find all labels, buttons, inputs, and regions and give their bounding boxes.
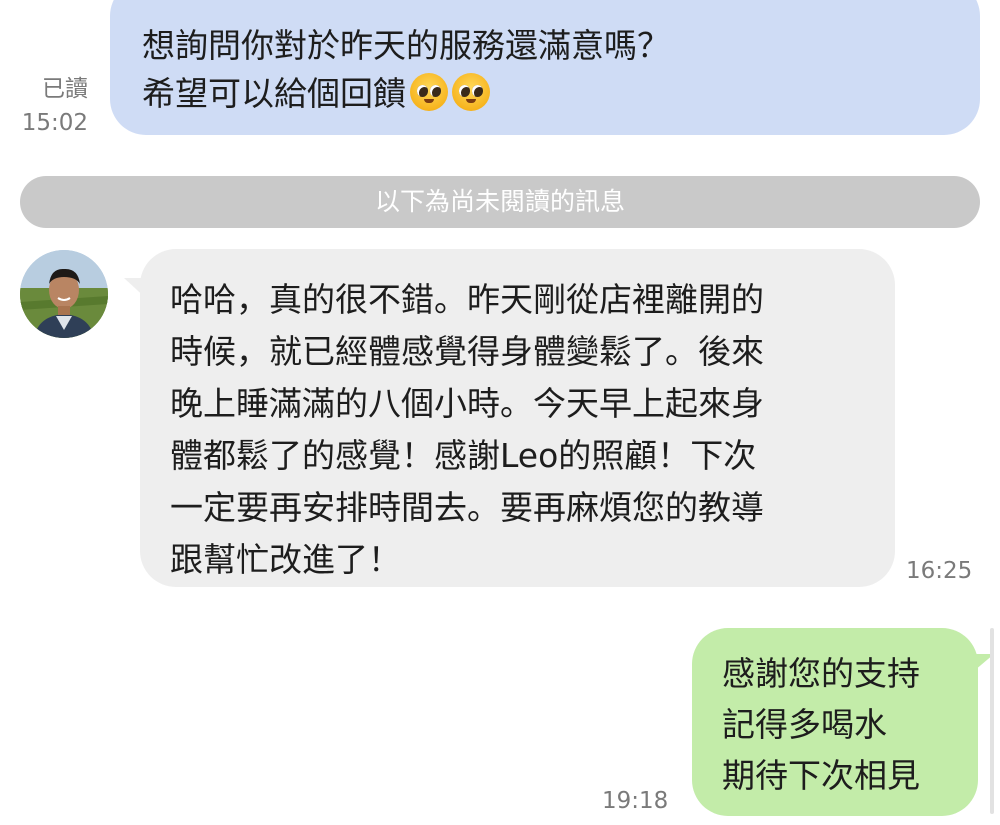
pleading-face-emoji-icon (452, 73, 490, 111)
chat-window: 已讀 15:02 想詢問你對於昨天的服務還滿意嗎？ 希望可以給個回饋 以下為尚未… (0, 0, 1000, 825)
scrollbar[interactable] (990, 628, 994, 814)
message-text-line: 期待下次相見 (722, 756, 920, 795)
read-label: 已讀 (42, 76, 88, 102)
outgoing-message-bubble[interactable]: 想詢問你對於昨天的服務還滿意嗎？ 希望可以給個回饋 (110, 0, 980, 135)
pleading-face-emoji-icon (410, 73, 448, 111)
message-time: 15:02 (21, 110, 88, 136)
read-receipt: 已讀 15:02 (20, 72, 88, 140)
person-avatar-icon (20, 250, 108, 338)
message-text: 希望可以給個回饋 (142, 74, 406, 113)
unread-messages-divider: 以下為尚未閱讀的訊息 (20, 176, 980, 228)
message-text-line: 一定要再安排時間去。要再麻煩您的教導 (170, 488, 764, 527)
outgoing-message-bubble[interactable]: 感謝您的支持 記得多喝水 期待下次相見 (692, 628, 978, 816)
message-text-line: 跟幫忙改進了！ (170, 540, 401, 579)
incoming-message-bubble[interactable]: 哈哈，真的很不錯。昨天剛從店裡離開的 時候，就已經體感覺得身體變鬆了。後來 晚上… (140, 249, 895, 587)
message-text-line: 時候，就已經體感覺得身體變鬆了。後來 (170, 332, 764, 371)
message-time: 16:25 (906, 558, 973, 584)
message-text-line: 晚上睡滿滿的八個小時。今天早上起來身 (170, 384, 764, 423)
message-text-line: 希望可以給個回饋 (142, 70, 950, 118)
message-text-line: 體都鬆了的感覺！感謝Leo的照顧！下次 (170, 436, 757, 475)
message-text-line: 想詢問你對於昨天的服務還滿意嗎？ (142, 26, 670, 65)
message-text-line: 哈哈，真的很不錯。昨天剛從店裡離開的 (170, 280, 764, 319)
message-time: 19:18 (602, 788, 669, 814)
message-text-line: 記得多喝水 (722, 705, 887, 744)
sender-avatar[interactable] (20, 250, 108, 338)
message-text-line: 感謝您的支持 (722, 654, 920, 693)
